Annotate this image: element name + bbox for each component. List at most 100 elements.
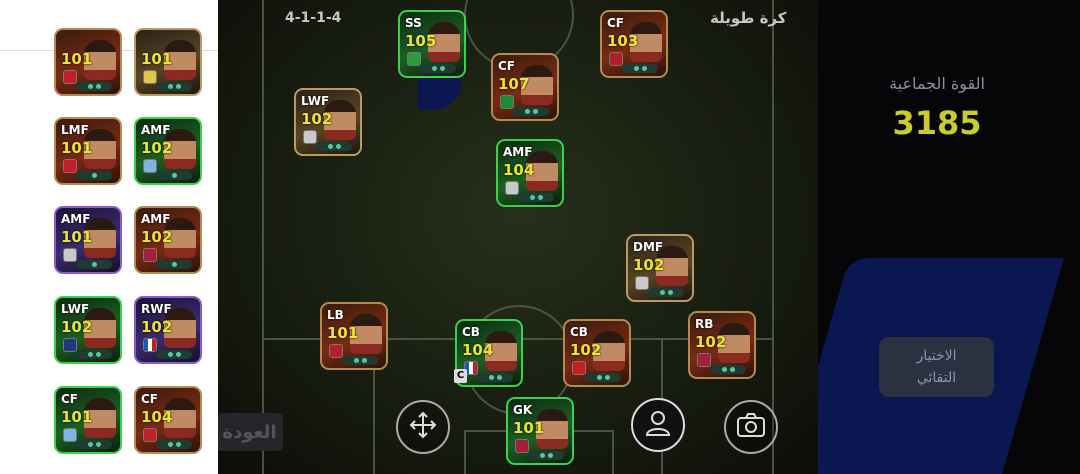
skill-dots <box>585 373 621 382</box>
auto-select-button[interactable]: الاختيار التقائي <box>879 337 994 397</box>
skill-dots <box>420 64 456 73</box>
rating-value: 104 <box>141 408 173 426</box>
rating-value: 101 <box>61 228 93 246</box>
rating-value: 102 <box>141 228 173 246</box>
rating-value: 102 <box>301 110 333 128</box>
skill-dots <box>156 350 192 359</box>
reserve-card[interactable]: AMF 102 <box>134 206 202 274</box>
club-badge-icon <box>63 248 77 262</box>
player-card-lwf[interactable]: LWF 102 <box>294 88 362 156</box>
screenshot-button[interactable] <box>724 400 778 454</box>
skill-dots <box>622 64 658 73</box>
club-badge-icon <box>63 70 77 84</box>
position-label: RWF <box>141 302 172 316</box>
reserve-card[interactable]: LMF 101 <box>54 117 122 185</box>
position-label: CF <box>141 392 159 406</box>
skill-dots <box>342 356 378 365</box>
person-icon <box>643 408 673 442</box>
player-card-cf-center[interactable]: CF 107 <box>491 53 559 121</box>
skill-dots <box>76 260 112 269</box>
reserve-card[interactable]: LWF 102 <box>54 296 122 364</box>
move-button[interactable] <box>396 400 450 454</box>
skill-dots <box>76 171 112 180</box>
skill-dots <box>76 440 112 449</box>
flag-icon <box>407 52 421 66</box>
reserve-card[interactable]: 101 <box>54 28 122 96</box>
player-card-lb[interactable]: LB 101 <box>320 302 388 370</box>
club-badge-icon <box>329 344 343 358</box>
skill-dots <box>156 260 192 269</box>
club-badge-icon <box>609 52 623 66</box>
rating-value: 102 <box>695 333 727 351</box>
back-button[interactable]: العودة <box>216 413 283 451</box>
club-badge-icon <box>505 181 519 195</box>
rating-value: 101 <box>513 419 545 437</box>
position-label: AMF <box>141 123 171 137</box>
position-label: LWF <box>61 302 90 316</box>
rating-value: 104 <box>462 341 494 359</box>
position-label: DMF <box>633 240 664 254</box>
team-strength-value: 3185 <box>892 104 982 142</box>
reserve-card[interactable]: CF 101 <box>54 386 122 454</box>
player-card-gk[interactable]: GK 101 <box>506 397 574 465</box>
reserve-panel: 101 101 LMF 101 AMF 102 AMF 101 AMF 102 <box>0 0 218 474</box>
player-card-amf[interactable]: AMF 104 <box>496 139 564 207</box>
club-badge-icon <box>515 439 529 453</box>
player-card-dmf[interactable]: DMF 102 <box>626 234 694 302</box>
skill-dots <box>513 107 549 116</box>
position-label: CF <box>607 16 625 30</box>
rating-value: 101 <box>61 139 93 157</box>
club-badge-icon <box>143 428 157 442</box>
flag-icon <box>500 95 514 109</box>
player-card-ss[interactable]: SS 105 <box>398 10 466 78</box>
player-view-button[interactable] <box>631 398 685 452</box>
position-label: CB <box>570 325 588 339</box>
skill-dots <box>518 193 554 202</box>
position-label: LB <box>327 308 344 322</box>
position-label: RB <box>695 317 714 331</box>
club-badge-icon <box>63 338 77 352</box>
skill-dots <box>528 451 564 460</box>
position-label: CF <box>498 59 516 73</box>
skill-dots <box>156 440 192 449</box>
move-arrows-icon <box>408 410 438 444</box>
club-badge-icon <box>635 276 649 290</box>
club-badge-icon <box>63 428 77 442</box>
club-badge-icon <box>63 159 77 173</box>
club-badge-icon <box>143 159 157 173</box>
formation-label: 4-1-1-4 <box>285 10 342 26</box>
position-label: GK <box>513 403 533 417</box>
rating-value: 107 <box>498 75 530 93</box>
camera-icon <box>735 411 767 443</box>
position-label: AMF <box>61 212 91 226</box>
reserve-card[interactable]: AMF 101 <box>54 206 122 274</box>
player-card-rb[interactable]: RB 102 <box>688 311 756 379</box>
skill-dots <box>76 350 112 359</box>
rating-value: 102 <box>141 139 173 157</box>
position-label: AMF <box>503 145 533 159</box>
rating-value: 101 <box>327 324 359 342</box>
skill-dots <box>710 365 746 374</box>
team-strength-label: القوة الجماعية <box>889 74 985 93</box>
position-label: LMF <box>61 123 89 137</box>
rating-value: 104 <box>503 161 535 179</box>
reserve-card[interactable]: 101 <box>134 28 202 96</box>
rating-value: 103 <box>607 32 639 50</box>
rating-value: 102 <box>61 318 93 336</box>
position-label: SS <box>405 16 422 30</box>
reserve-card[interactable]: AMF 102 <box>134 117 202 185</box>
reserve-card[interactable]: RWF 102 <box>134 296 202 364</box>
player-card-cb-right[interactable]: CB 102 <box>563 319 631 387</box>
skill-dots <box>76 82 112 91</box>
reserve-card[interactable]: CF 104 <box>134 386 202 454</box>
rating-value: 102 <box>633 256 665 274</box>
position-label: AMF <box>141 212 171 226</box>
position-label: CB <box>462 325 480 339</box>
club-badge-icon <box>143 248 157 262</box>
skill-dots <box>156 171 192 180</box>
skill-dots <box>156 82 192 91</box>
position-label: LWF <box>301 94 330 108</box>
rating-value: 101 <box>61 50 93 68</box>
player-card-cf-right[interactable]: CF 103 <box>600 10 668 78</box>
position-label: CF <box>61 392 79 406</box>
